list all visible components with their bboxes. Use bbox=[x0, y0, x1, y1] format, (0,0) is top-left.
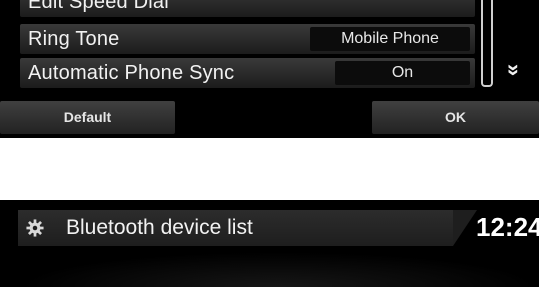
phone-sync-value: On bbox=[335, 61, 470, 85]
menu-item-label: Ring Tone bbox=[28, 28, 120, 50]
header-divider bbox=[453, 210, 477, 246]
clock: 12:24 bbox=[476, 212, 539, 242]
menu-item-label: Automatic Phone Sync bbox=[28, 62, 235, 84]
phone-settings-screen: Edit Speed Dial Ring Tone Mobile Phone A… bbox=[0, 0, 539, 138]
bluetooth-device-list-screen: Bluetooth device list 12:24 bbox=[0, 200, 539, 287]
scrollbar[interactable] bbox=[481, 0, 493, 87]
page-title: Bluetooth device list bbox=[66, 216, 253, 239]
header-bar: Bluetooth device list bbox=[18, 210, 453, 246]
menu-item-ring-tone[interactable]: Ring Tone Mobile Phone bbox=[20, 24, 475, 54]
gear-icon bbox=[26, 219, 44, 237]
double-chevron-down-icon[interactable]: » bbox=[501, 64, 527, 76]
device-list-area bbox=[18, 252, 539, 287]
ok-button[interactable]: OK bbox=[372, 101, 539, 134]
ring-tone-value: Mobile Phone bbox=[310, 27, 470, 51]
menu-item-edit-speed-dial[interactable]: Edit Speed Dial bbox=[20, 0, 475, 17]
menu-item-label: Edit Speed Dial bbox=[28, 0, 169, 13]
menu-item-automatic-phone-sync[interactable]: Automatic Phone Sync On bbox=[20, 58, 475, 88]
default-button[interactable]: Default bbox=[0, 101, 175, 134]
